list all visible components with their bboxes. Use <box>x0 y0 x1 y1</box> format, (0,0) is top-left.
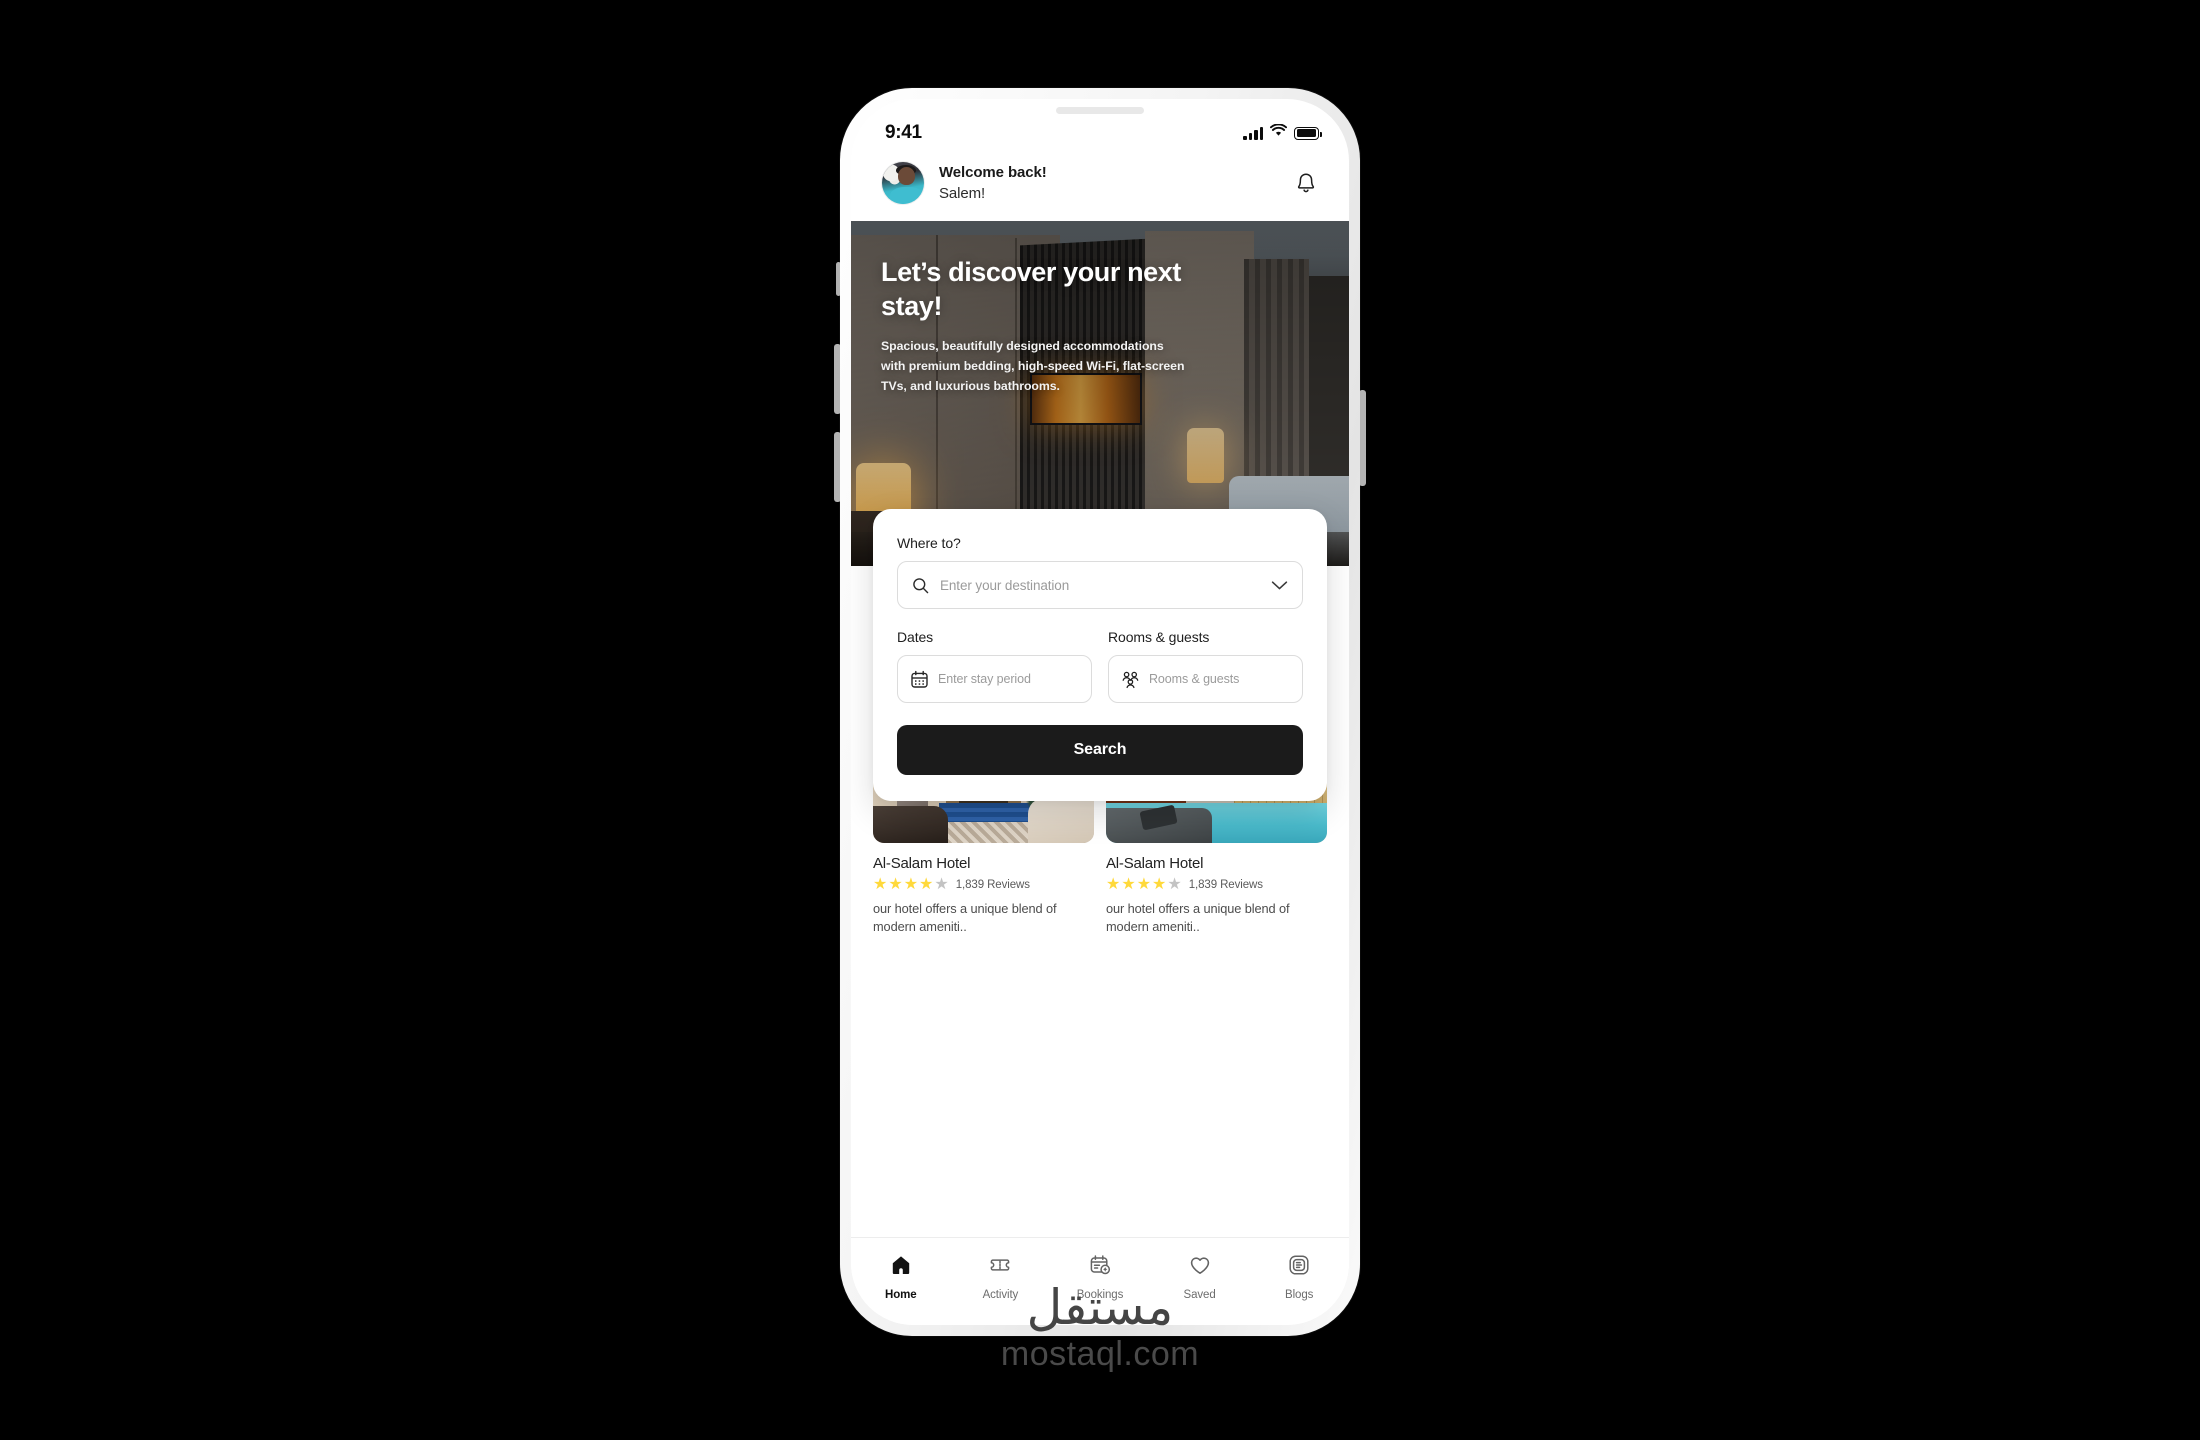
phone-screen: 9:41 Welcome back! Salem! Let’s discover… <box>851 99 1349 1325</box>
nav-label: Bookings <box>1076 1289 1124 1301</box>
watermark-latin: mostaql.com <box>1000 1335 1200 1374</box>
chevron-down-icon[interactable] <box>1271 580 1288 591</box>
stay-rating: ★ ★ ★ ★ ★ 1,839 Reviews <box>1106 877 1327 893</box>
user-name: Salem! <box>939 185 986 202</box>
nav-label: Home <box>885 1289 917 1301</box>
stay-name: Al-Salam Hotel <box>1106 855 1204 872</box>
nav-item-activity[interactable]: Activity <box>951 1253 1051 1301</box>
dates-guests-row: Dates Enter stay period Rooms & guests R… <box>897 629 1303 703</box>
home-icon <box>889 1253 913 1282</box>
nav-label: Saved <box>1183 1289 1216 1301</box>
rooms-guests-label: Rooms & guests <box>1108 629 1210 645</box>
status-icons <box>1243 123 1322 142</box>
search-icon <box>912 577 929 594</box>
phone-device-frame: 9:41 Welcome back! Salem! Let’s discover… <box>840 88 1360 1336</box>
status-bar: 9:41 <box>851 99 1349 153</box>
guests-placeholder: Rooms & guests <box>1149 672 1240 686</box>
status-time: 9:41 <box>885 122 922 143</box>
nav-item-home[interactable]: Home <box>851 1253 951 1301</box>
review-count: 1,839 Reviews <box>1188 879 1263 891</box>
screenshot-stage: 9:41 Welcome back! Salem! Let’s discover… <box>0 0 2200 1440</box>
star-rating-icon: ★ ★ ★ ★ ★ <box>873 876 949 893</box>
avatar[interactable] <box>881 161 925 205</box>
power-button[interactable] <box>1359 390 1366 486</box>
stay-description: our hotel offers a unique blend of moder… <box>873 901 1057 935</box>
hero-copy: Let’s discover your next stay! Spacious,… <box>851 221 1349 397</box>
battery-icon <box>1294 126 1322 140</box>
nav-item-saved[interactable]: Saved <box>1150 1253 1250 1301</box>
where-to-label: Where to? <box>897 535 961 551</box>
calendar-icon <box>910 670 929 689</box>
signal-icon <box>1243 126 1263 140</box>
calendar-star-icon <box>1088 1253 1112 1282</box>
wifi-icon <box>1269 123 1288 142</box>
app-header: Welcome back! Salem! <box>851 153 1349 221</box>
hero-title: Let’s discover your next stay! <box>881 257 1182 322</box>
destination-input[interactable]: Enter your destination <box>897 561 1303 609</box>
nav-label: Blogs <box>1285 1289 1314 1301</box>
people-group-icon <box>1121 670 1140 689</box>
welcome-label: Welcome back! <box>939 164 1047 181</box>
nav-item-bookings[interactable]: Bookings <box>1050 1253 1150 1301</box>
stay-rating: ★ ★ ★ ★ ★ 1,839 Reviews <box>873 877 1094 893</box>
stay-name: Al-Salam Hotel <box>873 855 971 872</box>
rooms-guests-input[interactable]: Rooms & guests <box>1108 655 1303 703</box>
greeting-block: Welcome back! Salem! <box>939 164 1279 202</box>
heart-icon <box>1188 1253 1212 1282</box>
nav-label: Activity <box>982 1289 1019 1301</box>
dates-input[interactable]: Enter stay period <box>897 655 1092 703</box>
hero-subtitle: Spacious, beautifully designed accommoda… <box>881 339 1185 393</box>
dates-label: Dates <box>897 629 934 645</box>
star-rating-icon: ★ ★ ★ ★ ★ <box>1106 876 1182 893</box>
ticket-icon <box>988 1253 1012 1282</box>
dates-placeholder: Enter stay period <box>938 672 1031 686</box>
dates-field-group: Dates Enter stay period <box>897 629 1092 703</box>
guests-field-group: Rooms & guests Rooms & guests <box>1108 629 1303 703</box>
search-card: Where to? Enter your destination Dates E… <box>873 509 1327 801</box>
review-count: 1,839 Reviews <box>955 879 1030 891</box>
bell-icon[interactable] <box>1293 170 1319 196</box>
stay-description: our hotel offers a unique blend of moder… <box>1106 901 1290 935</box>
destination-placeholder: Enter your destination <box>940 577 1070 593</box>
search-button[interactable]: Search <box>897 725 1303 775</box>
blog-badge-icon <box>1287 1253 1311 1282</box>
bottom-navigation: Home Activity Bookings Saved Blogs <box>851 1237 1349 1325</box>
nav-item-blogs[interactable]: Blogs <box>1249 1253 1349 1301</box>
